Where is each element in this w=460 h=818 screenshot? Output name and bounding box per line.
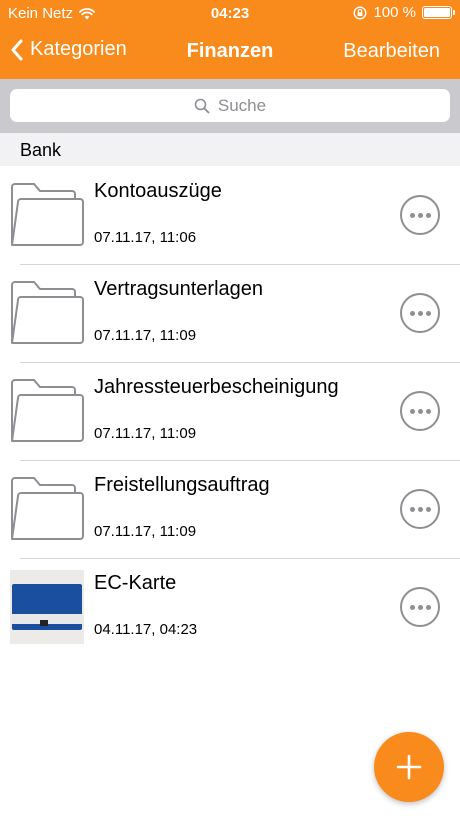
list-item[interactable]: Freistellungsauftrag 07.11.17, 11:09 (0, 460, 460, 558)
plus-icon (396, 754, 422, 780)
add-button[interactable] (374, 732, 444, 802)
item-date: 07.11.17, 11:06 (94, 229, 197, 246)
card-photo-thumbnail (10, 570, 84, 644)
item-title: Freistellungsauftrag (94, 474, 270, 496)
navigation-bar: Kategorien Finanzen Bearbeiten (0, 26, 460, 79)
folder-icon (11, 281, 84, 344)
more-options-button[interactable] (400, 391, 440, 431)
folder-icon (11, 477, 84, 540)
list-item[interactable]: Vertragsunterlagen 07.11.17, 11:09 (0, 264, 460, 362)
item-title: Vertragsunterlagen (94, 278, 264, 300)
search-icon (194, 98, 210, 113)
more-options-button[interactable] (400, 587, 440, 627)
search-placeholder: Suche (217, 95, 267, 115)
item-date: 07.11.17, 11:09 (94, 425, 197, 442)
section-title: Bank (20, 140, 62, 160)
list-item[interactable]: EC-Karte 04.11.17, 04:23 (0, 558, 460, 656)
search-input[interactable]: Suche (10, 89, 450, 122)
back-button-label: Kategorien (30, 38, 127, 60)
more-options-button[interactable] (400, 489, 440, 529)
battery-icon (422, 6, 455, 19)
edit-button[interactable]: Bearbeiten (343, 40, 440, 63)
orientation-lock-icon (353, 5, 367, 20)
search-bar: Suche (0, 79, 460, 133)
chevron-left-icon (11, 39, 23, 60)
more-options-button[interactable] (400, 195, 440, 235)
status-right: 100 % (353, 4, 455, 21)
item-date: 07.11.17, 11:09 (94, 327, 197, 344)
back-button[interactable]: Kategorien (10, 38, 127, 61)
section-header: Bank (0, 133, 460, 166)
battery-percent: 100 % (373, 4, 416, 21)
item-date: 07.11.17, 11:09 (94, 523, 197, 540)
card-image (12, 584, 82, 630)
item-title: Kontoauszüge (94, 180, 222, 202)
item-date: 04.11.17, 04:23 (94, 621, 198, 638)
header-bar: Kein Netz 04:23 100 % Kategorien Finanze… (0, 0, 460, 79)
folder-icon (11, 379, 84, 442)
status-bar: Kein Netz 04:23 100 % (0, 0, 460, 26)
item-title: Jahressteuerbescheinigung (94, 376, 339, 398)
folder-icon (11, 183, 84, 246)
more-options-button[interactable] (400, 293, 440, 333)
list-item[interactable]: Jahressteuerbescheinigung 07.11.17, 11:0… (0, 362, 460, 460)
item-title: EC-Karte (94, 572, 177, 594)
list-item[interactable]: Kontoauszüge 07.11.17, 11:06 (0, 166, 460, 264)
